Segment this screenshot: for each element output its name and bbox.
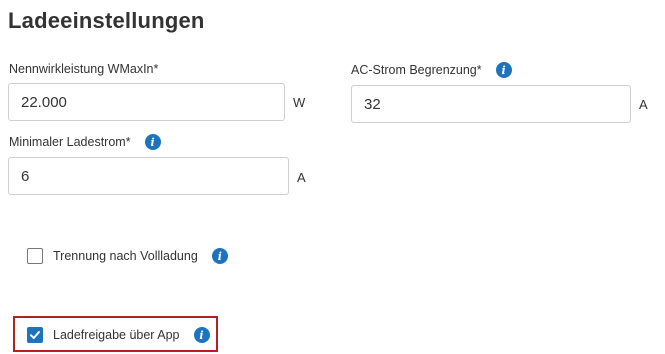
info-icon[interactable]: i (144, 134, 161, 150)
ac-current-limit-unit: A (639, 97, 648, 112)
min-charging-current-label: Minimaler Ladestrom* i (9, 134, 161, 150)
info-icon[interactable]: i (211, 248, 228, 264)
charge-release-app-label: Ladefreigabe über App (53, 328, 180, 342)
min-charging-current-label-text: Minimaler Ladestrom* (9, 135, 131, 149)
info-icon[interactable]: i (193, 327, 210, 343)
min-charging-current-unit: A (297, 170, 306, 185)
nominal-power-input[interactable] (8, 83, 285, 121)
disconnect-after-full-label: Trennung nach Vollladung (53, 249, 198, 263)
disconnect-after-full-checkbox[interactable] (27, 248, 43, 264)
charge-release-app-row: Ladefreigabe über App i (27, 327, 210, 343)
min-charging-current-input[interactable] (8, 157, 289, 195)
disconnect-after-full-row: Trennung nach Vollladung i (27, 248, 228, 264)
charge-release-app-checkbox[interactable] (27, 327, 43, 343)
ac-current-limit-label: AC-Strom Begrenzung* i (351, 62, 512, 78)
nominal-power-unit: W (293, 95, 306, 110)
nominal-power-label: Nennwirkleistung WMaxIn* (9, 62, 158, 76)
ac-current-limit-input[interactable] (351, 85, 631, 123)
nominal-power-label-text: Nennwirkleistung WMaxIn* (9, 62, 159, 76)
ac-current-limit-label-text: AC-Strom Begrenzung* (351, 63, 482, 77)
info-icon[interactable]: i (495, 62, 512, 78)
page-title: Ladeeinstellungen (8, 8, 205, 33)
checkmark-icon (30, 331, 40, 339)
